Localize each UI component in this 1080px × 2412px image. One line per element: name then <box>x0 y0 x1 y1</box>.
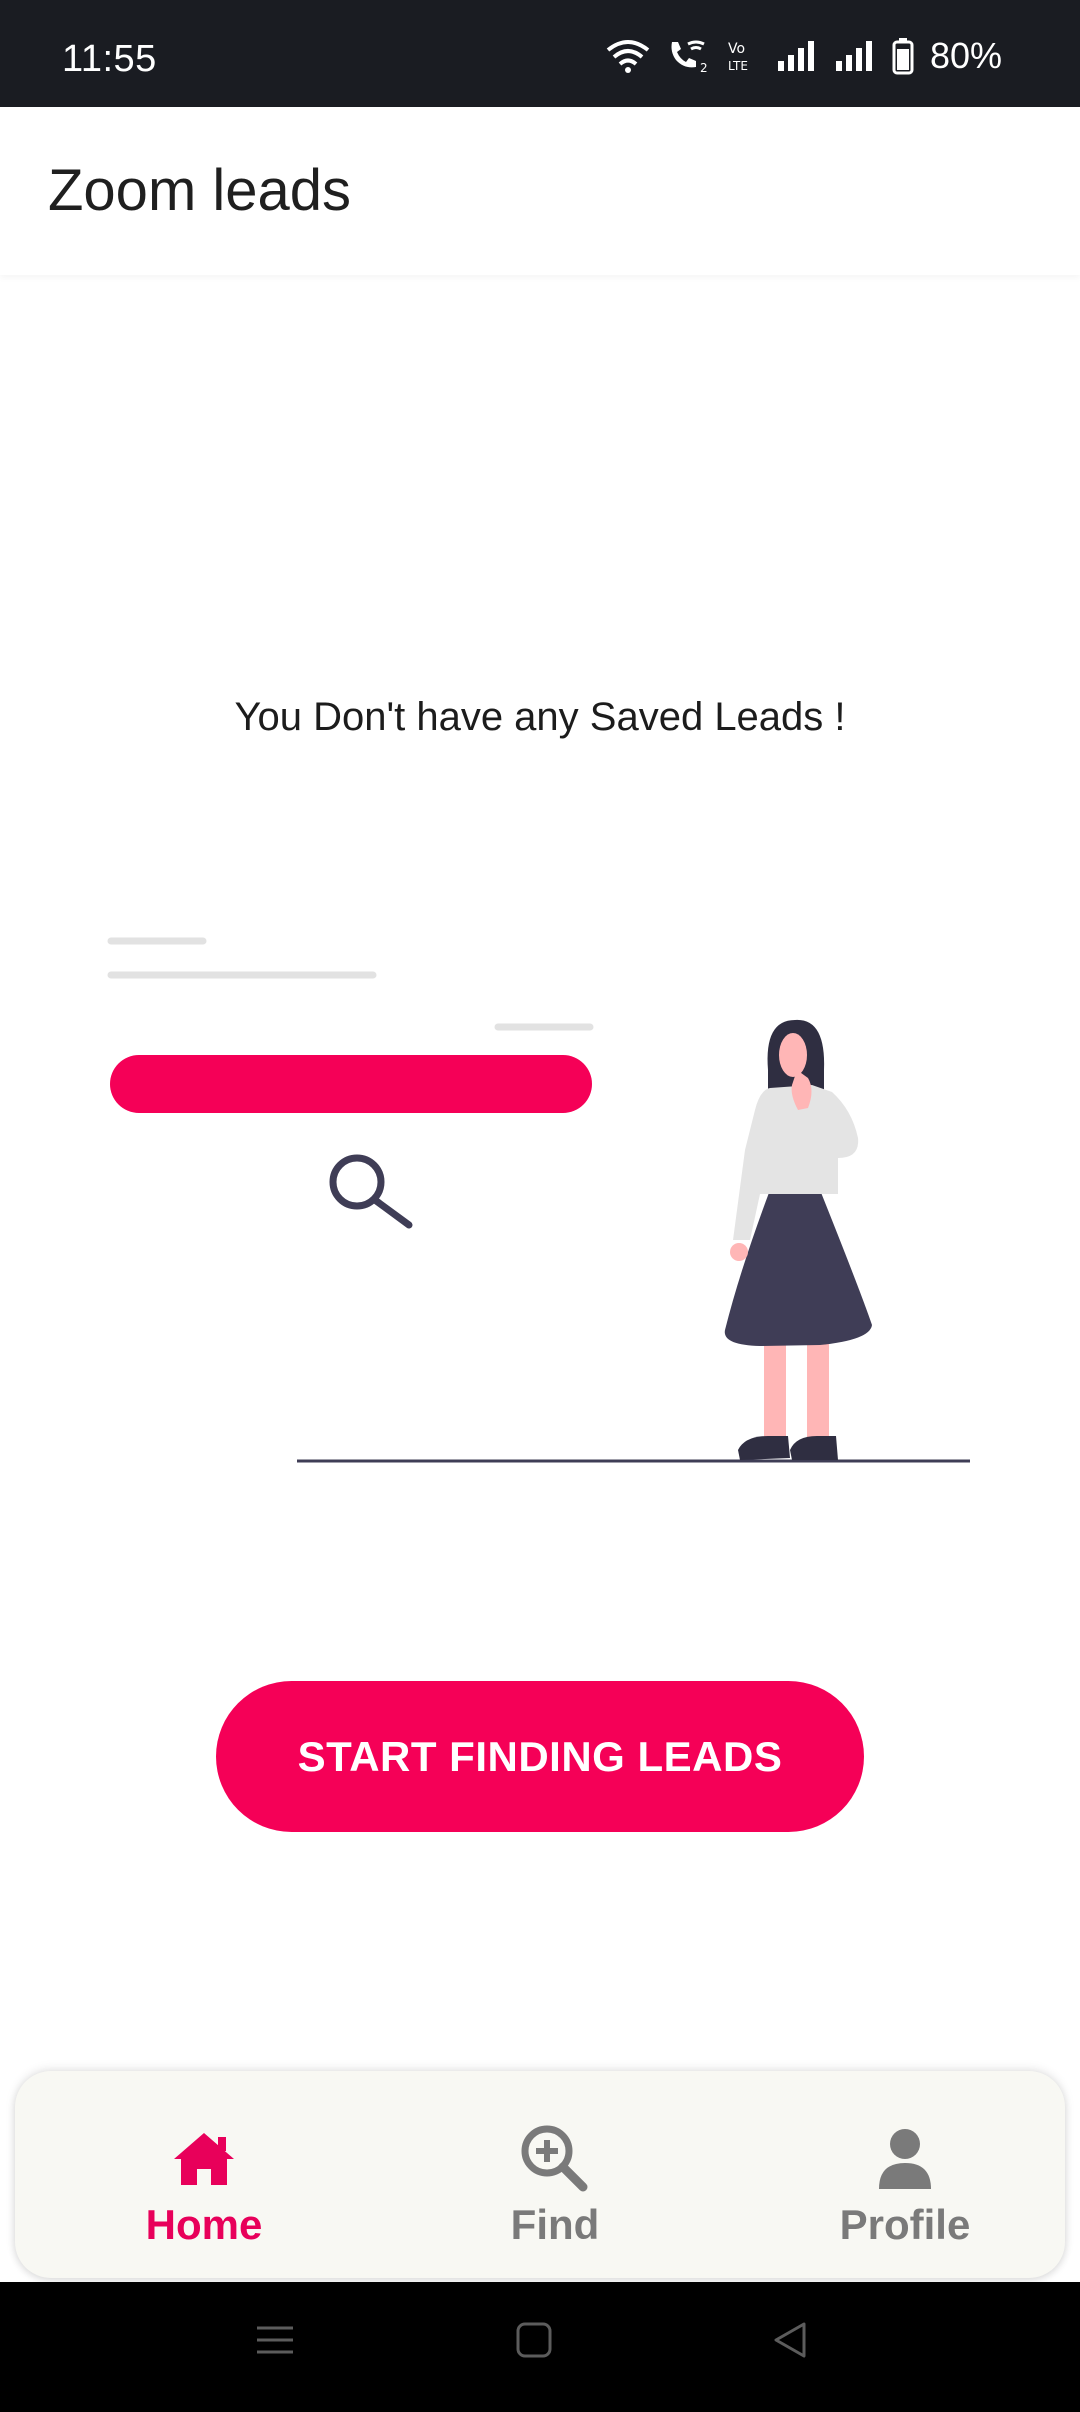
system-nav-bar <box>0 2282 1080 2412</box>
nav-label-profile: Profile <box>839 2201 971 2248</box>
volte-icon: Vo LTE <box>726 38 762 74</box>
svg-text:Vo: Vo <box>728 41 745 57</box>
battery-percent: 80% <box>929 35 1002 76</box>
status-icons: 2 Vo LTE 80% <box>604 35 1002 76</box>
wifi-icon <box>604 38 652 74</box>
empty-state-message: You Don't have any Saved Leads ! <box>234 695 846 739</box>
svg-text:LTE: LTE <box>728 59 748 73</box>
nav-label-home: Home <box>145 2201 263 2248</box>
person-icon <box>875 2123 935 2195</box>
signal-icon <box>834 39 878 73</box>
recents-icon[interactable] <box>255 2320 295 2365</box>
app-bar: Zoom leads <box>0 107 1080 275</box>
nav-item-profile[interactable]: Profile <box>775 2071 1035 2278</box>
signal-icon <box>776 39 820 73</box>
page-title: Zoom leads <box>48 158 352 223</box>
back-icon[interactable] <box>770 2320 810 2365</box>
svg-text:2: 2 <box>700 61 708 74</box>
wifi-calling-icon: 2 <box>666 38 712 74</box>
status-time: 11:55 <box>62 38 157 80</box>
search-illustration <box>107 937 970 1463</box>
home-icon <box>170 2123 238 2195</box>
nav-label-find: Find <box>510 2201 600 2248</box>
status-bar: 11:55 2 Vo LTE 80% <box>0 0 1080 107</box>
bottom-nav: Home Find Profile <box>15 2071 1065 2278</box>
home-button-icon[interactable] <box>514 2320 554 2365</box>
battery-icon <box>892 37 914 75</box>
start-finding-leads-button[interactable]: START FINDING LEADS <box>216 1681 864 1832</box>
nav-item-find[interactable]: Find <box>425 2071 685 2278</box>
nav-item-home[interactable]: Home <box>74 2071 334 2278</box>
search-plus-icon <box>519 2123 591 2195</box>
